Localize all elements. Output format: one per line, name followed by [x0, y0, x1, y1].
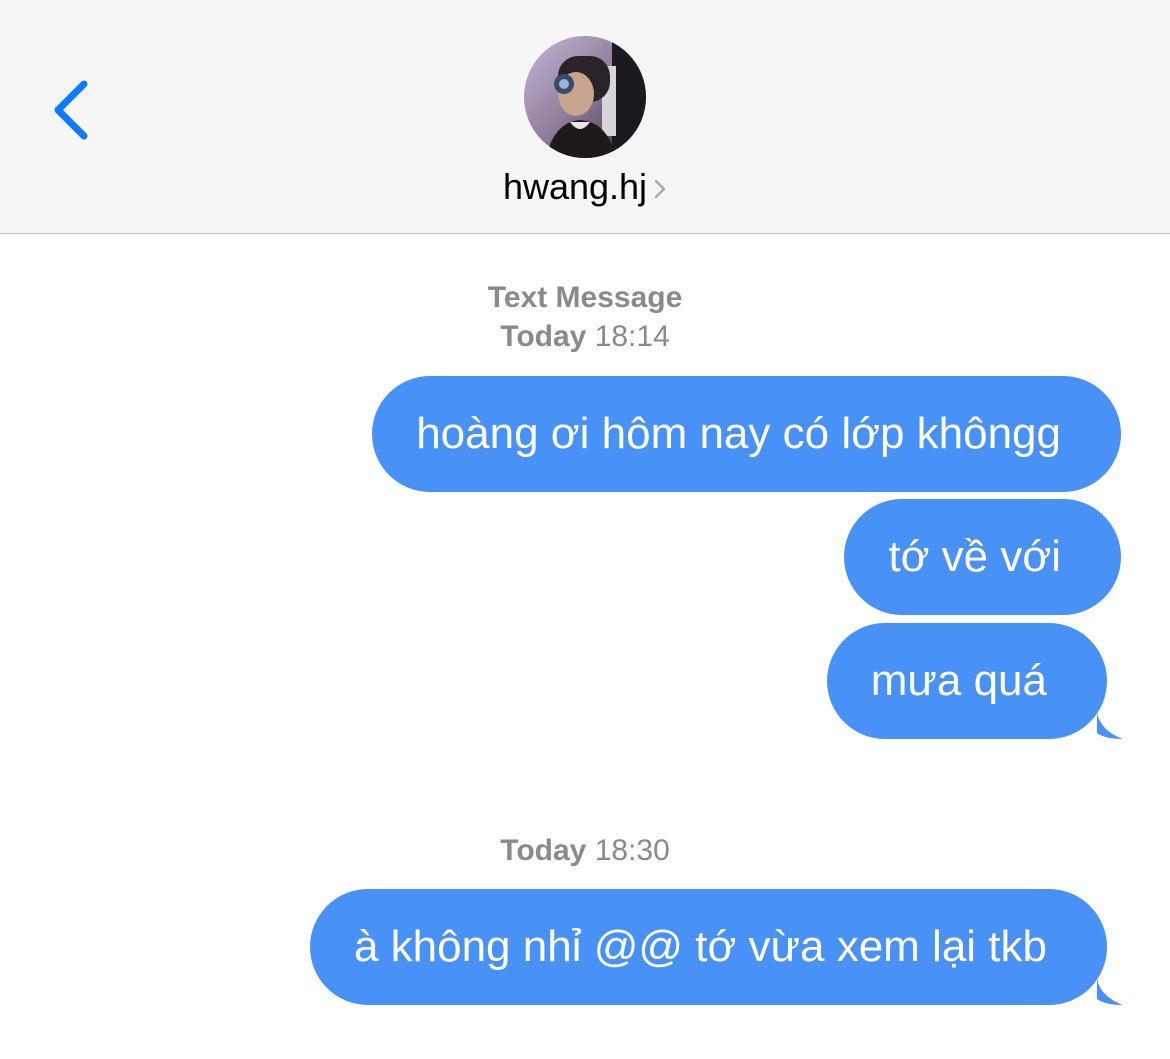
back-button[interactable] [40, 70, 110, 150]
avatar-photo [524, 36, 646, 158]
contact-name[interactable]: hwang.hj [503, 166, 647, 208]
message-text: tớ về với [888, 532, 1061, 581]
bubble-tail [1097, 979, 1123, 1005]
outgoing-message-bubble[interactable]: hoàng ơi hôm nay có lớp khôngg [372, 376, 1121, 492]
message-text: à không nhỉ @@ tớ vừa xem lại tkb [353, 922, 1047, 971]
conversation-header: hwang.hj [0, 0, 1170, 234]
outgoing-message-bubble[interactable]: mưa quá [826, 623, 1107, 739]
chevron-right-icon [654, 179, 666, 199]
service-label: Text Message [487, 281, 683, 314]
outgoing-message-bubble[interactable]: tớ về với [844, 499, 1121, 615]
message-text: mưa quá [870, 656, 1047, 705]
contact-avatar[interactable] [524, 36, 646, 158]
contact-name-row[interactable]: hwang.hj [0, 162, 1170, 212]
chevron-left-icon [54, 80, 88, 140]
message-text: hoàng ơi hôm nay có lớp khôngg [416, 409, 1061, 458]
outgoing-message-bubble[interactable]: à không nhỉ @@ tớ vừa xem lại tkb [309, 889, 1107, 1005]
bubble-tail [1097, 713, 1123, 739]
timestamp: Today 18:14 [500, 320, 670, 353]
timestamp: Today 18:30 [500, 834, 670, 867]
